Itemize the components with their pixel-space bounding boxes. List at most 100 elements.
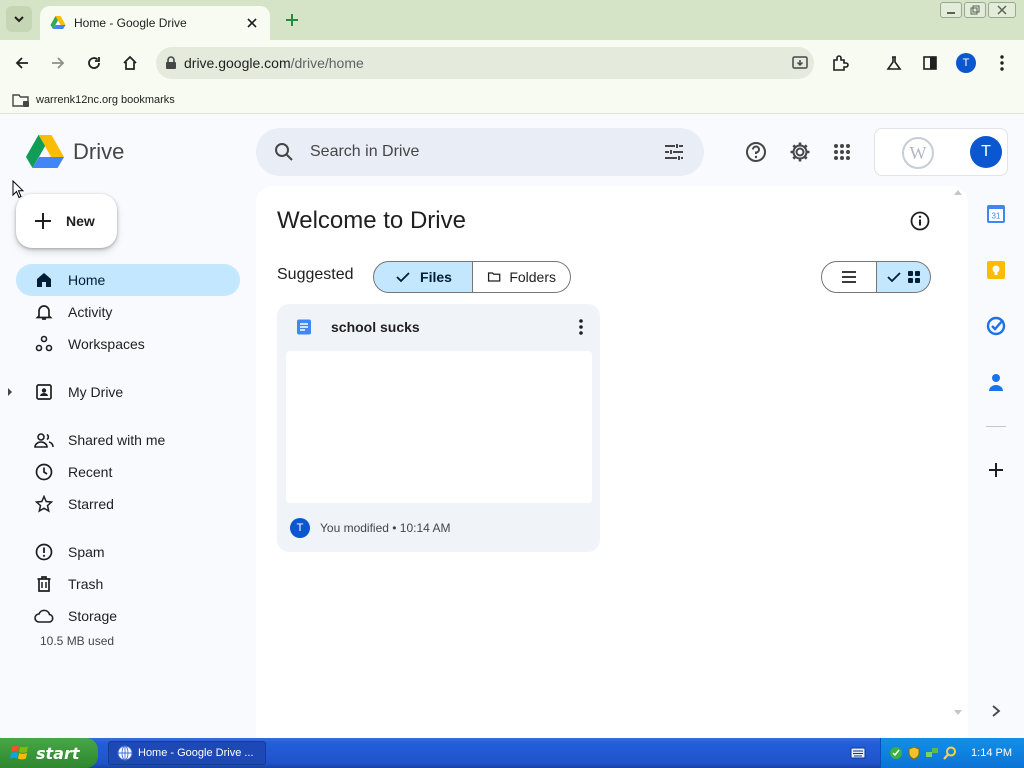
home-browser-icon[interactable] bbox=[118, 51, 142, 75]
scroll-up-arrow[interactable] bbox=[954, 190, 962, 195]
tasks-icon[interactable] bbox=[984, 314, 1008, 338]
reload-icon[interactable] bbox=[82, 51, 106, 75]
workspaces-icon bbox=[34, 334, 54, 354]
sidebar-item-recent[interactable]: Recent bbox=[16, 456, 240, 488]
search-input[interactable]: Search in Drive bbox=[310, 143, 662, 161]
install-app-icon[interactable] bbox=[790, 53, 810, 73]
get-addons-plus-icon[interactable] bbox=[984, 458, 1008, 482]
mouse-cursor-icon bbox=[12, 180, 24, 199]
star-icon bbox=[34, 494, 54, 514]
modifier-avatar: T bbox=[290, 518, 310, 538]
browser-tab-active[interactable]: Home - Google Drive bbox=[40, 6, 270, 40]
settings-gear-icon[interactable] bbox=[788, 140, 812, 164]
network-connection-icon[interactable] bbox=[925, 746, 939, 760]
search-options-icon[interactable] bbox=[662, 140, 686, 164]
sidebar-item-my-drive[interactable]: My Drive bbox=[8, 376, 240, 408]
sidebar-item-starred[interactable]: Starred bbox=[16, 488, 240, 520]
check-icon bbox=[886, 272, 901, 283]
taskbar-window-title: Home - Google Drive ... bbox=[138, 747, 254, 759]
contacts-icon[interactable] bbox=[984, 370, 1008, 394]
keep-icon[interactable] bbox=[984, 258, 1008, 282]
grid-view-button[interactable] bbox=[877, 261, 931, 293]
calendar-icon[interactable]: 31 bbox=[984, 202, 1008, 226]
sidebar-item-workspaces[interactable]: Workspaces bbox=[16, 328, 240, 360]
sidebar-item-spam[interactable]: Spam bbox=[16, 536, 240, 568]
new-tab-button[interactable] bbox=[280, 8, 304, 32]
help-icon[interactable] bbox=[744, 140, 768, 164]
files-chip-label: Files bbox=[420, 269, 452, 285]
side-panel-divider bbox=[986, 426, 1006, 427]
forward-icon[interactable] bbox=[46, 51, 70, 75]
taskbar-window-chrome[interactable]: Home - Google Drive ... bbox=[108, 741, 266, 765]
more-options-icon[interactable] bbox=[571, 317, 591, 337]
browser-app-icon bbox=[117, 745, 133, 761]
search-tray-icon[interactable] bbox=[943, 746, 957, 760]
back-icon[interactable] bbox=[10, 51, 34, 75]
scroll-down-arrow[interactable] bbox=[954, 710, 962, 715]
workspace-account-box: W T bbox=[874, 128, 1008, 176]
files-filter-chip[interactable]: Files bbox=[373, 261, 473, 293]
sidebar-item-trash[interactable]: Trash bbox=[16, 568, 240, 600]
new-button[interactable]: New bbox=[16, 194, 117, 248]
folders-filter-chip[interactable]: Folders bbox=[473, 261, 571, 293]
drive-logo[interactable]: Drive bbox=[26, 135, 124, 169]
svg-text:31: 31 bbox=[992, 212, 1001, 221]
suggested-filter-chips: Files Folders bbox=[373, 261, 571, 293]
close-window-button[interactable] bbox=[988, 2, 1016, 18]
people-icon bbox=[34, 430, 54, 450]
file-name: school sucks bbox=[331, 319, 420, 335]
window-controls bbox=[940, 2, 1016, 18]
sidebar-item-label: Trash bbox=[68, 576, 104, 592]
address-bar[interactable]: drive.google.com/drive/home bbox=[156, 47, 814, 79]
folders-chip-label: Folders bbox=[509, 269, 556, 285]
google-apps-icon[interactable] bbox=[830, 140, 854, 164]
drive-page: Drive Search in Drive W T New Home Activ… bbox=[0, 114, 1024, 738]
drive-logo-icon bbox=[26, 135, 64, 168]
side-panel-expand-icon[interactable] bbox=[984, 699, 1008, 723]
info-icon[interactable] bbox=[909, 210, 931, 232]
sidebar-item-label: Workspaces bbox=[68, 336, 145, 352]
sidebar-item-label: Starred bbox=[68, 496, 114, 512]
tab-search-button[interactable] bbox=[6, 6, 32, 32]
file-card[interactable]: school sucks T You modified • 10:14 AM bbox=[277, 304, 600, 552]
security-shield-icon[interactable] bbox=[907, 746, 921, 760]
side-panel-icon[interactable] bbox=[918, 51, 942, 75]
drive-search-bar[interactable]: Search in Drive bbox=[256, 128, 704, 176]
network-icon[interactable] bbox=[889, 746, 903, 760]
sidebar-item-label: Recent bbox=[68, 464, 113, 480]
home-icon bbox=[34, 270, 54, 290]
file-thumbnail[interactable] bbox=[286, 351, 592, 503]
url-text: drive.google.com/drive/home bbox=[184, 55, 364, 71]
sidebar-item-label: My Drive bbox=[68, 384, 124, 400]
extensions-icon[interactable] bbox=[828, 51, 852, 75]
labs-flask-icon[interactable] bbox=[882, 51, 906, 75]
my-drive-icon bbox=[34, 382, 54, 402]
sidebar-item-shared[interactable]: Shared with me bbox=[16, 424, 240, 456]
storage-used-text: 10.5 MB used bbox=[40, 634, 115, 648]
trash-icon bbox=[34, 574, 54, 594]
chevron-down-icon bbox=[14, 16, 24, 23]
tab-close-icon[interactable] bbox=[244, 15, 260, 31]
browser-menu-icon[interactable] bbox=[990, 51, 1014, 75]
start-label: start bbox=[36, 743, 80, 763]
keyboard-language-icon[interactable] bbox=[850, 746, 866, 760]
sidebar-item-storage[interactable]: Storage bbox=[16, 600, 240, 632]
bookmark-folder-label[interactable]: warrenk12nc.org bookmarks bbox=[36, 94, 175, 106]
system-tray: 1:14 PM bbox=[880, 738, 1024, 768]
browser-profile-avatar[interactable]: T bbox=[956, 53, 976, 73]
sidebar-item-home[interactable]: Home bbox=[16, 264, 240, 296]
plus-icon bbox=[286, 14, 298, 26]
restore-button[interactable] bbox=[964, 2, 986, 18]
list-view-button[interactable] bbox=[821, 261, 877, 293]
tab-strip: Home - Google Drive bbox=[0, 0, 1024, 40]
sidebar-item-activity[interactable]: Activity bbox=[16, 296, 240, 328]
sidebar-item-label: Storage bbox=[68, 608, 118, 624]
sidebar-item-label: Activity bbox=[68, 304, 113, 320]
search-icon bbox=[275, 143, 293, 161]
managed-bookmarks-folder-icon bbox=[12, 93, 29, 107]
expand-caret-icon[interactable] bbox=[8, 388, 12, 396]
start-button[interactable]: start bbox=[0, 738, 98, 768]
minimize-button[interactable] bbox=[940, 2, 962, 18]
account-avatar[interactable]: T bbox=[970, 136, 1002, 168]
plus-icon bbox=[35, 213, 51, 229]
